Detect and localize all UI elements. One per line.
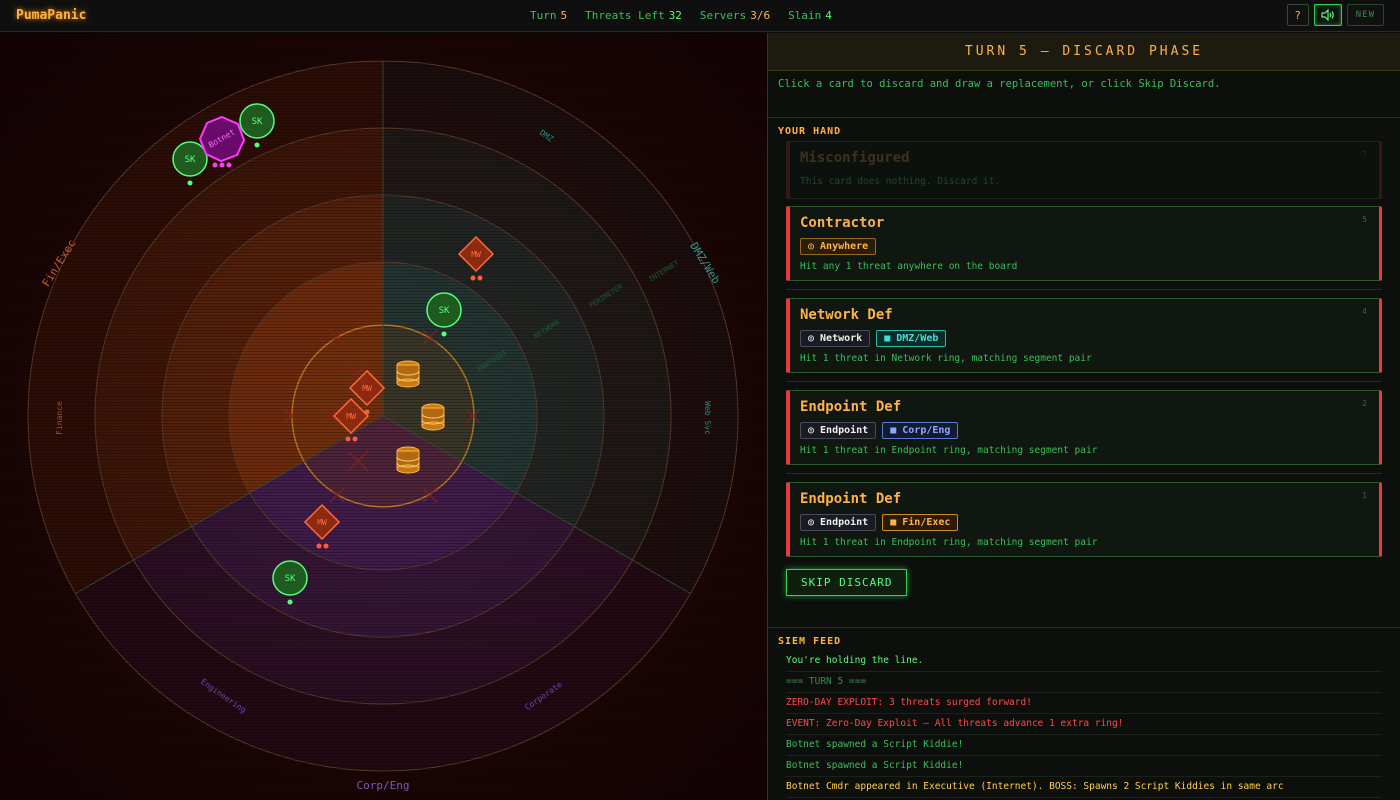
board-svg: Fin/Exec DMZ/Web Corp/Eng Finance DMZ We… — [0, 33, 767, 800]
phase-title: TURN 5 — DISCARD PHASE — [768, 33, 1400, 71]
card-misconfigured[interactable]: Misconfigured 7 This card does nothing. … — [786, 141, 1382, 199]
card-title: Endpoint Def — [800, 399, 902, 415]
feed-item: You're holding the line. — [786, 651, 1382, 672]
svg-text:MW: MW — [471, 250, 481, 259]
stat-threats-left: Threats Left 32 — [585, 9, 682, 22]
game-board: Fin/Exec DMZ/Web Corp/Eng Finance DMZ We… — [0, 33, 767, 800]
svg-text:MW: MW — [346, 412, 356, 421]
feed-item: Botnet spawned a Script Kiddie! — [786, 756, 1382, 777]
card-title: Contractor — [800, 215, 885, 231]
segment-tag: ■ Fin/Exec — [882, 514, 959, 531]
sub-label-finance: Finance — [55, 401, 64, 435]
sound-toggle-button[interactable] — [1313, 4, 1342, 26]
feed-item: EVENT: Zero-Day Exploit — All threats ad… — [786, 714, 1382, 735]
svg-text:MW: MW — [362, 384, 372, 393]
svg-text:SK: SK — [285, 574, 296, 584]
hand: Misconfigured 7 This card does nothing. … — [768, 141, 1400, 557]
hand-title: YOUR HAND — [778, 126, 842, 137]
card-number: 2 — [1362, 399, 1367, 408]
svg-text:SK: SK — [439, 306, 450, 316]
svg-text:SK: SK — [185, 155, 196, 165]
side-panel: TURN 5 — DISCARD PHASE Click a card to d… — [767, 33, 1400, 800]
feed-item: ZERO-DAY EXPLOIT: 3 threats surged forwa… — [786, 693, 1382, 714]
card-endpoint-def[interactable]: Endpoint Def 1 ◎ Endpoint ■ Fin/Exec Hit… — [786, 482, 1382, 557]
card-title: Misconfigured — [800, 150, 910, 166]
feed-item: Botnet spawned a Script Kiddie! — [786, 735, 1382, 756]
card-description: Hit 1 threat in Endpoint ring, matching … — [800, 537, 1098, 548]
svg-text:SK: SK — [252, 117, 263, 127]
card-number: 4 — [1362, 307, 1367, 316]
stat-servers: Servers 3/6 — [699, 9, 771, 22]
feed-item: === TURN 5 === — [786, 672, 1382, 693]
card-number: 7 — [1362, 150, 1367, 159]
stat-turn: Turn 5 — [530, 9, 568, 22]
segment-tag: ■ DMZ/Web — [876, 330, 947, 347]
stats-bar: Turn 5 Threats Left 32 Servers 3/6 Slain 4 — [530, 9, 832, 22]
server-icon[interactable] — [421, 403, 445, 431]
svg-text:MW: MW — [317, 518, 327, 527]
sub-label-web-svc: Web Svc — [703, 401, 712, 435]
app-title: PumaPanic — [16, 8, 87, 23]
segment-tag: ■ Corp/Eng — [882, 422, 959, 439]
card-description: This card does nothing. Discard it. — [800, 176, 1001, 187]
siem-feed: SIEM FEED You're holding the line. === T… — [768, 627, 1400, 798]
ring-tag: ◎ Endpoint — [800, 422, 877, 439]
ring-tag: ◎ Endpoint — [800, 514, 877, 531]
server-icon[interactable] — [396, 446, 420, 474]
server-icon[interactable] — [396, 360, 420, 388]
skip-discard-button[interactable]: SKIP DISCARD — [786, 569, 908, 596]
phase-instructions: Click a card to discard and draw a repla… — [768, 71, 1400, 118]
card-title: Network Def — [800, 307, 893, 323]
card-network-def[interactable]: Network Def 4 ◎ Network ■ DMZ/Web Hit 1 … — [786, 298, 1382, 373]
card-contractor[interactable]: Contractor 5 ◎ Anywhere Hit any 1 threat… — [786, 206, 1382, 281]
card-description: Hit 1 threat in Endpoint ring, matching … — [800, 445, 1098, 456]
card-number: 5 — [1362, 215, 1367, 224]
card-title: Endpoint Def — [800, 491, 902, 507]
card-description: Hit 1 threat in Network ring, matching s… — [800, 353, 1092, 364]
feed-item: Botnet Cmdr appeared in Executive (Inter… — [786, 777, 1382, 798]
ring-tag: ◎ Network — [800, 330, 871, 347]
new-game-button[interactable]: NEW — [1346, 4, 1384, 26]
target-tag: ◎ Anywhere — [800, 238, 877, 255]
stat-slain: Slain 4 — [788, 9, 832, 22]
divider — [786, 289, 1382, 290]
siem-title: SIEM FEED — [778, 636, 842, 647]
card-endpoint-def[interactable]: Endpoint Def 2 ◎ Endpoint ■ Corp/Eng Hit… — [786, 390, 1382, 465]
divider — [786, 473, 1382, 474]
segment-label-corp-eng: Corp/Eng — [357, 779, 410, 792]
speaker-icon — [1321, 9, 1334, 21]
top-bar: PumaPanic Turn 5 Threats Left 32 Servers 3/… — [0, 0, 1400, 32]
card-description: Hit any 1 threat anywhere on the board — [800, 261, 1018, 272]
card-number: 1 — [1362, 491, 1367, 500]
divider — [786, 381, 1382, 382]
help-button[interactable]: ? — [1286, 4, 1309, 26]
